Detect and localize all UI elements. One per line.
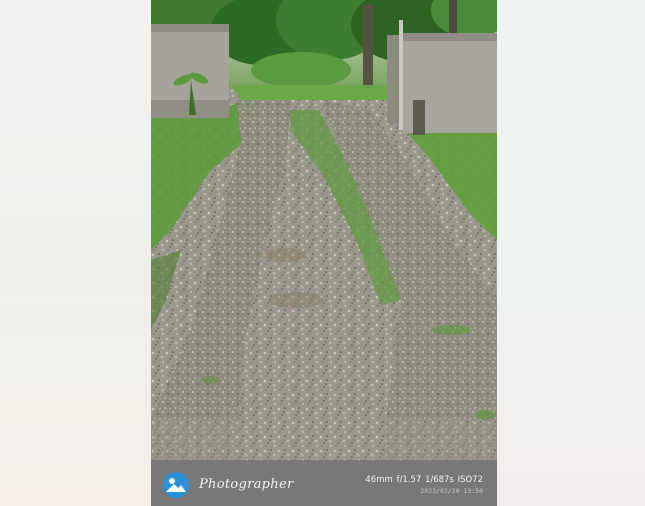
- driveway-scene: [151, 0, 497, 460]
- driveway-photo: [151, 0, 497, 460]
- timestamp: 2023/02/20 13:50: [420, 487, 483, 495]
- exif-info: 46mm f/1.57 1/687s ISO72: [365, 475, 483, 485]
- left-margin-panel: [0, 0, 151, 506]
- watermark-bar: Photographer 46mm f/1.57 1/687s ISO72 20…: [151, 460, 497, 506]
- mountain-logo-icon: [163, 472, 189, 498]
- right-margin-panel: [497, 0, 645, 506]
- brand-name: Photographer: [199, 477, 294, 492]
